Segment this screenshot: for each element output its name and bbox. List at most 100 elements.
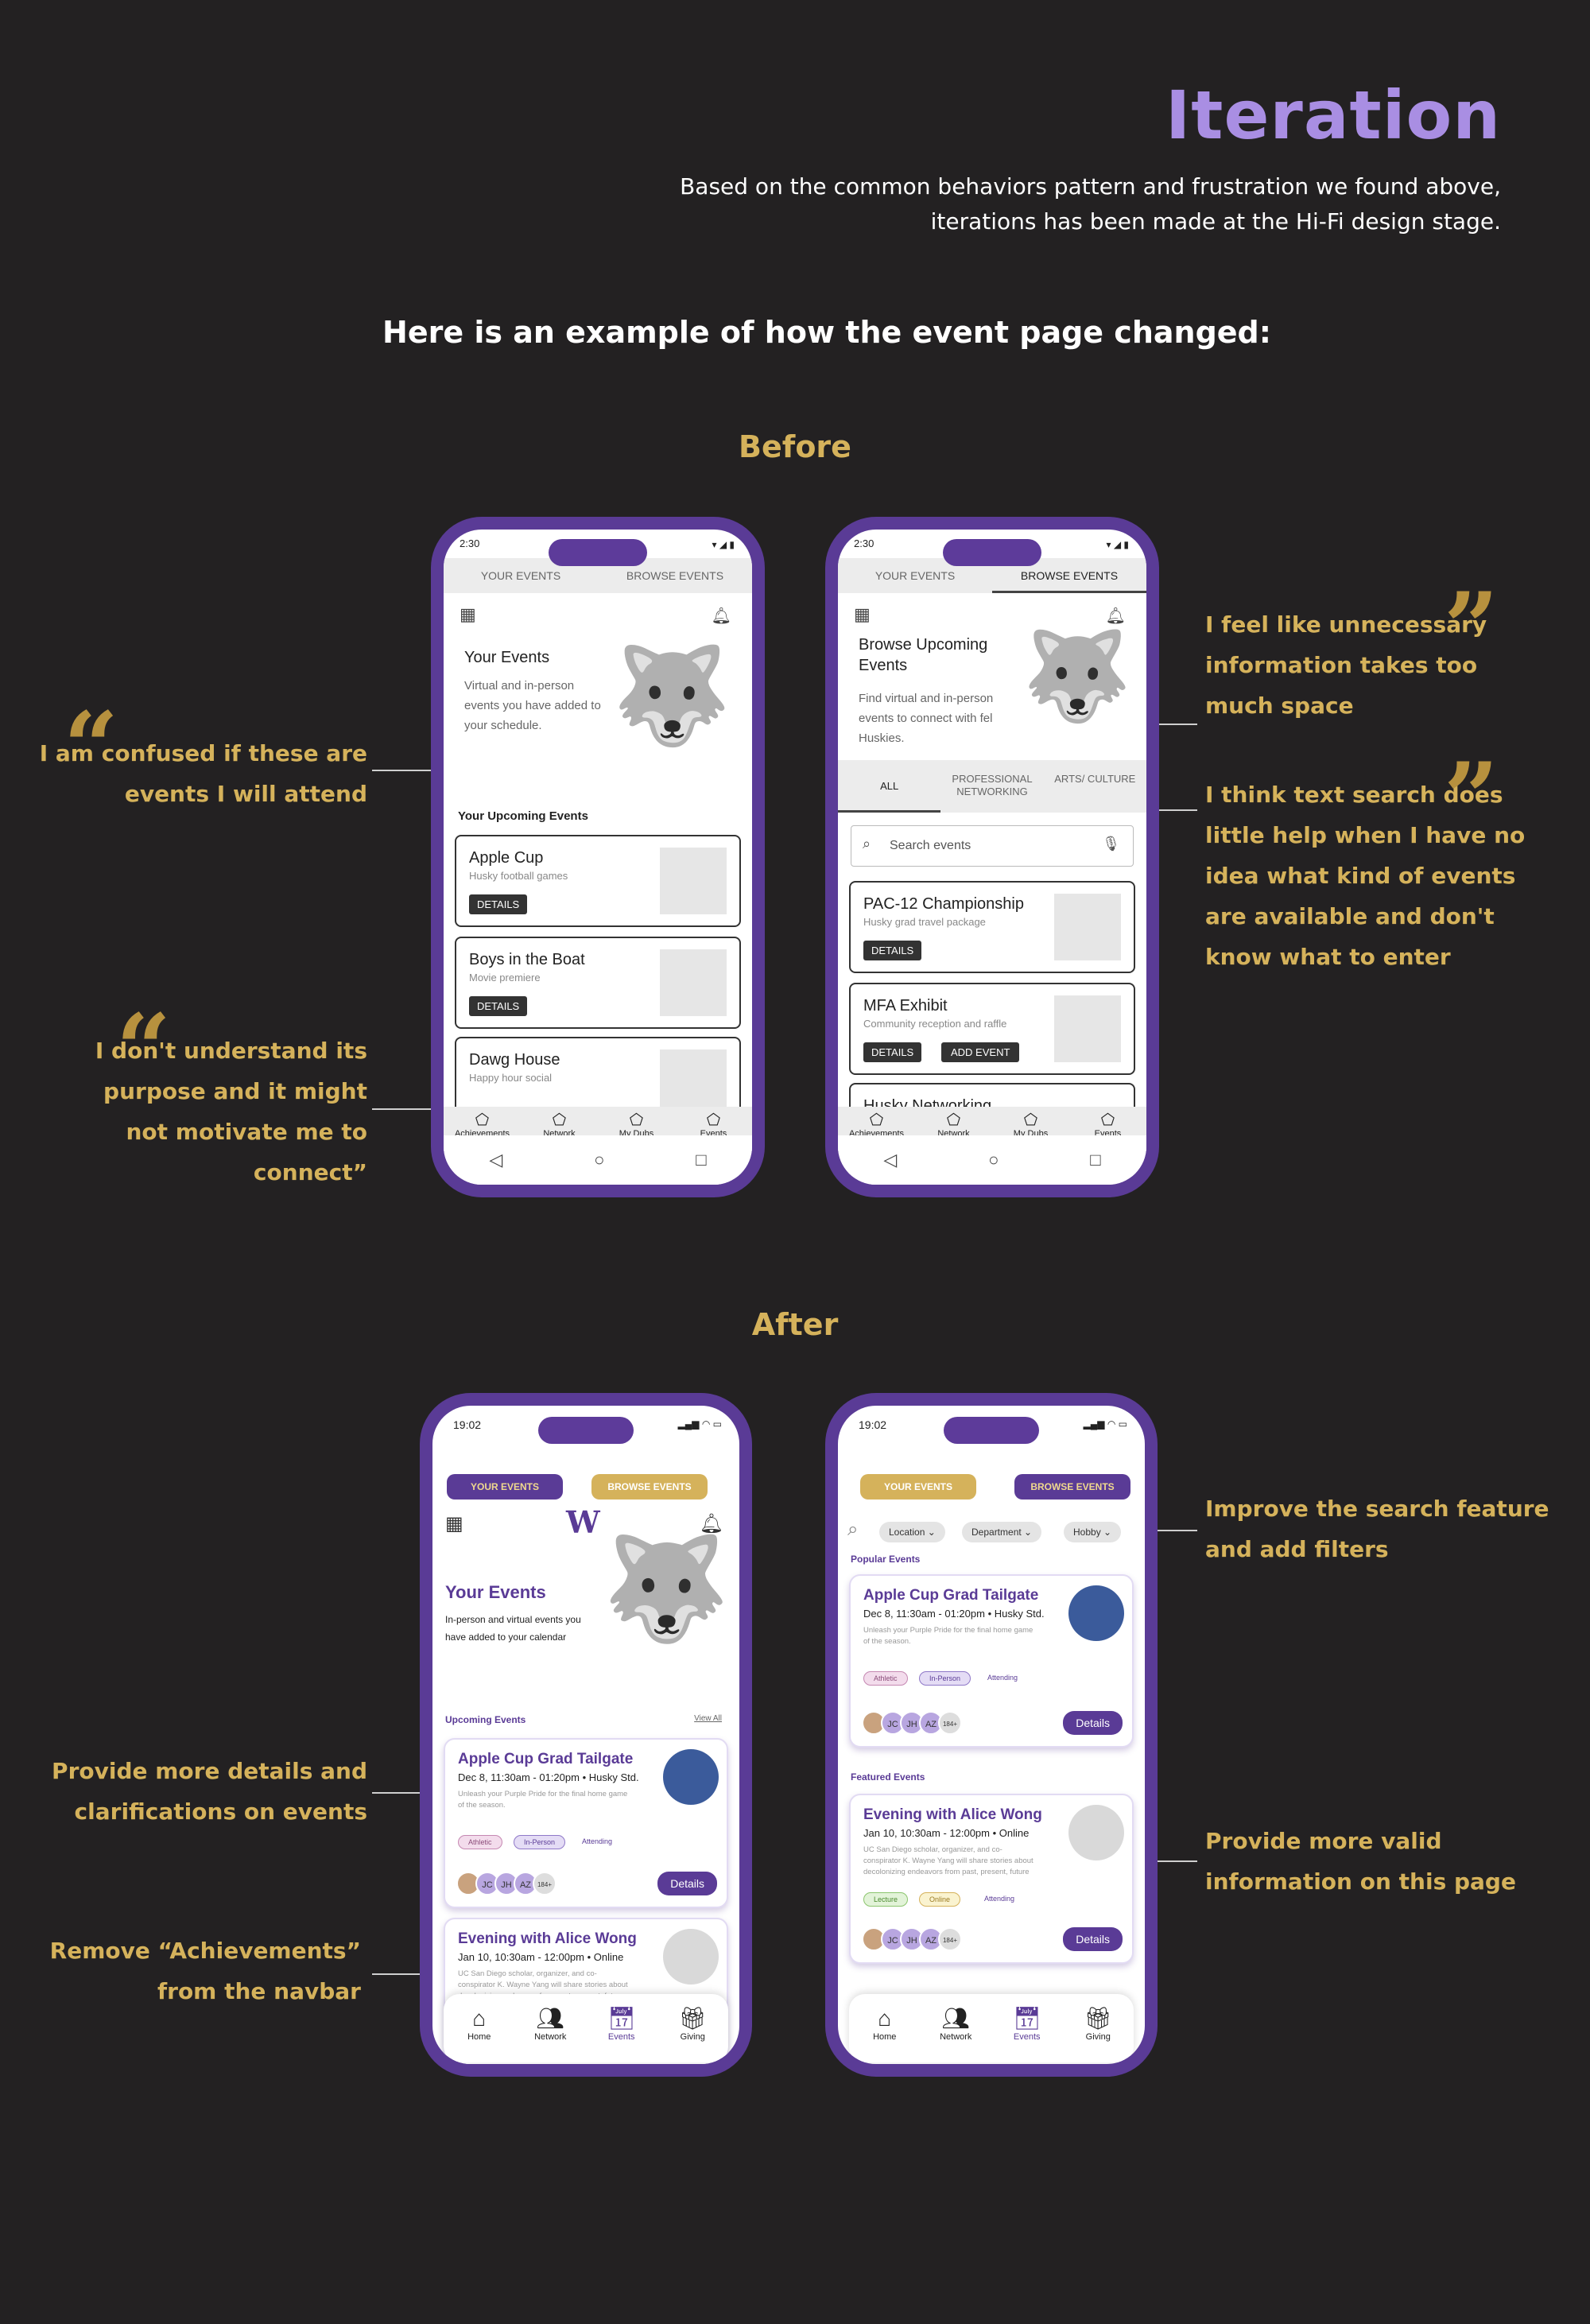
- people-icon: 👥︎: [536, 2006, 565, 2031]
- search-input[interactable]: Search events: [890, 839, 971, 853]
- filter-arts-culture[interactable]: ARTS/ CULTURE: [1044, 760, 1146, 813]
- attendee-count: 184+: [938, 1711, 962, 1735]
- event-datetime: Jan 10, 10:30am - 12:00pm • Online: [863, 1827, 1030, 1839]
- nav-events[interactable]: 📅︎ Events: [991, 1994, 1063, 2062]
- home-icon[interactable]: ○: [594, 1150, 604, 1170]
- tab-browse-events[interactable]: BROWSE EVENTS: [591, 1474, 708, 1500]
- recents-icon[interactable]: □: [696, 1150, 706, 1170]
- event-card[interactable]: Apple Cup Grad Tailgate Dec 8, 11:30am -…: [849, 1574, 1134, 1748]
- event-card[interactable]: Boys in the Boat Movie premiere DETAILS: [455, 937, 741, 1029]
- status-icons: ▾ ◢ ▮: [712, 539, 735, 550]
- event-card[interactable]: MFA Exhibit Community reception and raff…: [849, 983, 1135, 1075]
- quote-purpose: I don't understand its purpose and it mi…: [95, 1038, 367, 1185]
- screen: 2:30 ▾ ◢ ▮ YOUR EVENTS BROWSE EVENTS ▦ 🔔…: [838, 530, 1146, 1185]
- qr-code-icon[interactable]: ▦: [854, 604, 871, 625]
- intro-text-line2: iterations has been made at the Hi-Fi de…: [930, 208, 1501, 235]
- back-icon[interactable]: ◁: [489, 1150, 502, 1170]
- status-time: 19:02: [453, 1418, 482, 1431]
- details-button[interactable]: Details: [1063, 1711, 1123, 1735]
- event-card[interactable]: Evening with Alice Wong Jan 10, 10:30am …: [849, 1794, 1134, 1964]
- tab-your-events[interactable]: YOUR EVENTS: [860, 1474, 976, 1500]
- image-placeholder-icon: [660, 848, 727, 914]
- people-icon: 👥︎: [941, 2006, 971, 2031]
- filter-professional-networking[interactable]: PROFESSIONAL NETWORKING: [940, 760, 1043, 813]
- status-time: 19:02: [859, 1418, 887, 1431]
- event-card[interactable]: Apple Cup Grad Tailgate Dec 8, 11:30am -…: [444, 1738, 728, 1908]
- attendee-count: 184+: [533, 1872, 556, 1895]
- image-placeholder-icon: [1054, 894, 1121, 960]
- dynamic-island: [944, 1417, 1039, 1444]
- nav-giving[interactable]: 🎁︎ Giving: [657, 1994, 729, 2062]
- tag-online: Online: [919, 1892, 961, 1907]
- details-button[interactable]: DETAILS: [863, 941, 922, 960]
- qr-code-icon[interactable]: ▦: [445, 1512, 463, 1535]
- filter-all[interactable]: ALL: [838, 760, 941, 813]
- tab-your-events[interactable]: YOUR EVENTS: [447, 1474, 563, 1500]
- image-placeholder-icon: [1054, 995, 1121, 1062]
- hero-title: Your Events: [464, 649, 550, 666]
- event-datetime: Dec 8, 11:30am - 01:20pm • Husky Std.: [458, 1771, 639, 1783]
- nav-giving[interactable]: 🎁︎ Giving: [1063, 1994, 1134, 2062]
- section-title: Your Upcoming Events: [458, 809, 588, 823]
- tag-in-person: In-Person: [919, 1671, 971, 1686]
- nav-events[interactable]: 📅︎ Events: [586, 1994, 657, 2062]
- image-placeholder-icon: [660, 949, 727, 1016]
- chevron-down-icon: ⌄: [1024, 1527, 1033, 1538]
- filter-location[interactable]: Location ⌄: [879, 1522, 945, 1542]
- microphone-icon[interactable]: 🎙︎: [1102, 836, 1120, 852]
- view-all-link[interactable]: View All: [694, 1714, 722, 1723]
- event-title: Evening with Alice Wong: [458, 1930, 637, 1947]
- hero-title: Browse Upcoming Events: [859, 636, 988, 674]
- bottom-navbar: ⌂ Home 👥︎ Network 📅︎ Events 🎁︎ Giving: [849, 1994, 1134, 2062]
- add-event-button[interactable]: ADD EVENT: [941, 1042, 1020, 1062]
- event-subtitle: Husky grad travel package: [863, 916, 986, 928]
- event-card[interactable]: Apple Cup Husky football games DETAILS: [455, 835, 741, 927]
- filter-hobby[interactable]: Hobby ⌄: [1064, 1522, 1122, 1542]
- hero-title: Your Events: [445, 1582, 546, 1602]
- nav-network[interactable]: 👥︎ Network: [515, 1994, 587, 2062]
- note-search-filters: Improve the search feature and add filte…: [1205, 1496, 1549, 1562]
- phone-after-browse-events: 19:02 ▂▄▆ ◠ ▭ YOUR EVENTS BROWSE EVENTS …: [825, 1393, 1158, 2077]
- attendee-avatars: JC JH AZ 184+: [862, 1927, 962, 1951]
- details-button[interactable]: DETAILS: [469, 996, 528, 1016]
- intro-text-line1: Based on the common behaviors pattern an…: [680, 173, 1501, 200]
- husky-mascot-icon: 🐺: [612, 642, 731, 749]
- bell-icon[interactable]: 🔔︎: [1106, 606, 1126, 626]
- filter-department[interactable]: Department ⌄: [962, 1522, 1042, 1542]
- pentagon-icon: ⬠: [552, 1112, 567, 1129]
- search-icon[interactable]: ⌕: [847, 1519, 858, 1541]
- nav-network[interactable]: 👥︎ Network: [921, 1994, 992, 2062]
- qr-code-icon[interactable]: ▦: [460, 604, 476, 625]
- details-button[interactable]: DETAILS: [863, 1042, 922, 1062]
- details-button[interactable]: DETAILS: [469, 894, 528, 914]
- bell-icon[interactable]: 🔔︎: [712, 606, 731, 626]
- note-valid-info: Provide more valid information on this p…: [1205, 1828, 1516, 1895]
- details-button[interactable]: Details: [1063, 1927, 1123, 1951]
- tag-athletic: Athletic: [458, 1835, 502, 1849]
- event-card[interactable]: PAC-12 Championship Husky grad travel pa…: [849, 881, 1135, 973]
- uw-logo: W: [566, 1504, 600, 1540]
- crowned-husky-mascot-icon: 🐺: [603, 1532, 730, 1646]
- event-title: Apple Cup Grad Tailgate: [863, 1587, 1039, 1604]
- dynamic-island: [538, 1417, 634, 1444]
- event-subtitle: Movie premiere: [469, 972, 541, 984]
- phone-after-your-events: 19:02 ▂▄▆ ◠ ▭ YOUR EVENTS BROWSE EVENTS …: [420, 1393, 752, 2077]
- husky-mascot-icon: 🐺: [1022, 627, 1131, 725]
- pentagon-icon: ⬠: [1023, 1112, 1038, 1129]
- page-title: Iteration: [1165, 76, 1501, 154]
- screen: 19:02 ▂▄▆ ◠ ▭ YOUR EVENTS BROWSE EVENTS …: [838, 1406, 1145, 2064]
- section-popular-events: Popular Events: [851, 1554, 921, 1565]
- recents-icon[interactable]: □: [1090, 1150, 1100, 1170]
- nav-home[interactable]: ⌂ Home: [444, 1994, 515, 2062]
- example-heading: Here is an example of how the event page…: [382, 315, 1271, 350]
- tag-lecture: Lecture: [863, 1892, 909, 1907]
- details-button[interactable]: Details: [657, 1872, 717, 1895]
- search-bar[interactable]: ⌕ Search events 🎙︎: [851, 825, 1134, 867]
- attendee-avatars: JC JH AZ 184+: [862, 1711, 962, 1735]
- event-subtitle: Happy hour social: [469, 1072, 553, 1084]
- nav-home[interactable]: ⌂ Home: [849, 1994, 921, 2062]
- home-icon[interactable]: ○: [988, 1150, 999, 1170]
- back-icon[interactable]: ◁: [883, 1150, 897, 1170]
- tab-browse-events[interactable]: BROWSE EVENTS: [1014, 1474, 1130, 1500]
- event-description: Unleash your Purple Pride for the final …: [863, 1626, 1034, 1646]
